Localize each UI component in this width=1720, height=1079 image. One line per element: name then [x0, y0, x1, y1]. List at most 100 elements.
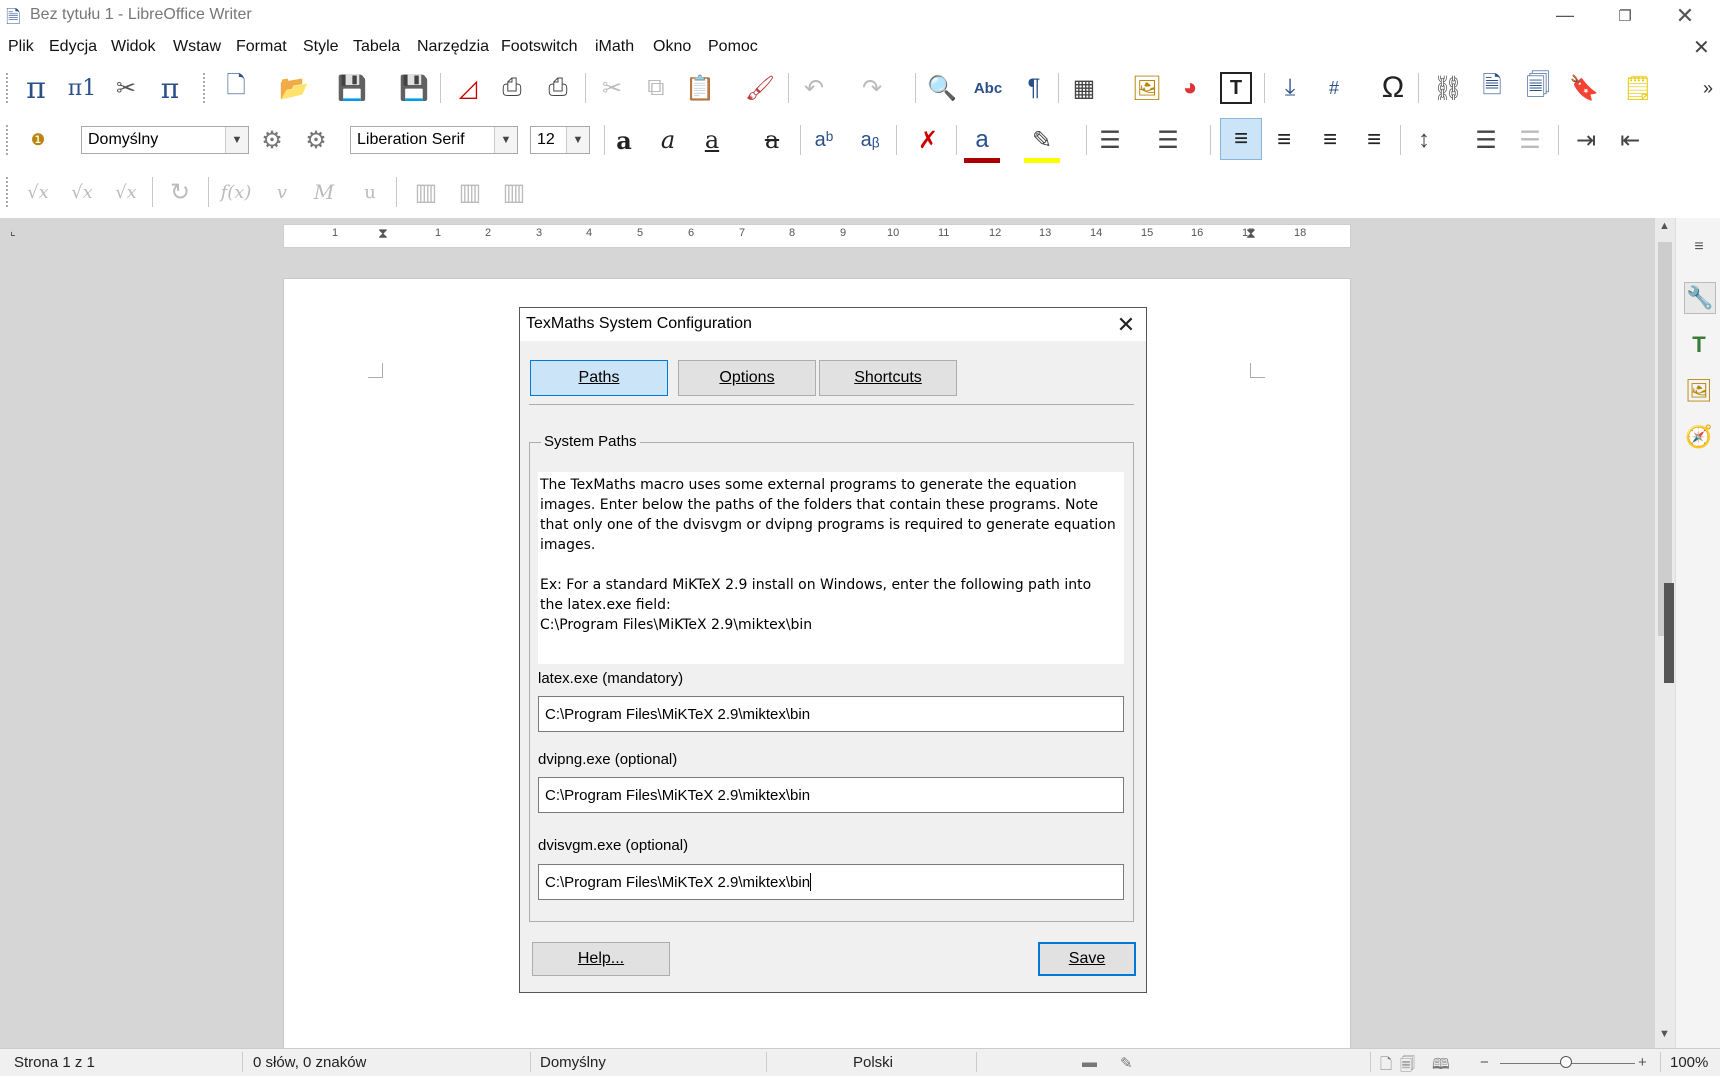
gallery-icon[interactable]: 🖼 [1684, 376, 1714, 406]
close-icon[interactable]: ✕ [1108, 308, 1144, 341]
toolbar-grip[interactable] [6, 73, 11, 103]
menu-wstaw[interactable]: Wstaw [173, 38, 221, 56]
insert-comment-icon[interactable]: 🗒 [1620, 70, 1656, 106]
restore-icon[interactable]: ❐ [1597, 0, 1653, 31]
imath-vector-icon[interactable]: v [264, 174, 300, 210]
chevron-down-icon[interactable]: ▼ [225, 127, 248, 153]
imath-solve-icon[interactable]: √x [64, 174, 100, 210]
scroll-down-icon[interactable]: ▼ [1659, 1028, 1670, 1040]
insert-table-icon[interactable]: ▦ [1066, 70, 1102, 106]
imath-compute-icon[interactable]: √x [20, 174, 56, 210]
imath-chart-remove-icon[interactable]: ▥ [452, 174, 488, 210]
latex-path-input[interactable]: C:\Program Files\MiKTeX 2.9\miktex\bin [538, 696, 1124, 732]
toolbar-grip[interactable] [203, 73, 208, 103]
language[interactable]: Polski [853, 1054, 893, 1071]
scrollbar-thumb[interactable] [1658, 242, 1672, 636]
numbered-list-icon[interactable]: ☰ [1150, 122, 1186, 158]
increase-paragraph-spacing-icon[interactable]: ☰ [1468, 122, 1504, 158]
new-document-icon[interactable]: 🗋 [218, 70, 254, 106]
align-right-icon[interactable]: ≡ [1312, 122, 1348, 158]
bullet-list-icon[interactable]: ☰ [1092, 122, 1128, 158]
save-button[interactable]: Save [1038, 942, 1136, 976]
zoom-level[interactable]: 100% [1670, 1054, 1708, 1071]
imath-refresh-icon[interactable]: ↻ [162, 174, 198, 210]
close-window-icon[interactable]: ✕ [1657, 0, 1713, 31]
underline-icon[interactable]: a [694, 122, 730, 158]
justify-icon[interactable]: ≡ [1356, 122, 1392, 158]
imath-chart-icon[interactable]: ▥ [408, 174, 444, 210]
open-folder-icon[interactable]: 📂 [276, 70, 312, 106]
font-color-icon[interactable]: a [964, 122, 1000, 163]
clone-formatting-icon[interactable]: 🖌 [742, 70, 778, 106]
insert-field-icon[interactable]: # [1316, 70, 1352, 106]
clear-formatting-icon[interactable]: ✗ [910, 122, 946, 158]
document-modified-icon[interactable]: ✎ [1120, 1054, 1133, 1072]
horizontal-ruler[interactable]: 1 ⧗ 1 2 3 4 5 6 7 8 9 10 11 12 13 14 15 … [283, 224, 1351, 248]
font-size-combo[interactable]: 12 ▼ [530, 126, 590, 154]
subscript-icon[interactable]: aᵦ [852, 122, 888, 158]
imath-simplify-icon[interactable]: √x [108, 174, 144, 210]
new-style-icon[interactable]: ⚙ [298, 122, 334, 158]
superscript-icon[interactable]: aᵇ [806, 122, 842, 158]
texmaths-config-icon[interactable]: π [152, 70, 188, 106]
strikethrough-icon[interactable]: a [754, 122, 790, 158]
scroll-up-icon[interactable]: ▲ [1659, 220, 1670, 232]
imath-matrix-icon[interactable]: M [306, 174, 342, 210]
insert-bookmark-icon[interactable]: 🔖 [1566, 70, 1602, 106]
minimize-icon[interactable]: — [1537, 0, 1593, 31]
dvisvgm-path-input[interactable]: C:\Program Files\MiKTeX 2.9\miktex\bin [538, 864, 1124, 900]
menu-widok[interactable]: Widok [111, 38, 155, 56]
menu-pomoc[interactable]: Pomoc [708, 38, 758, 56]
align-left-icon[interactable]: ≡ [1220, 118, 1262, 160]
menu-tabela[interactable]: Tabela [353, 38, 400, 56]
decrease-paragraph-spacing-icon[interactable]: ☰ [1512, 122, 1548, 158]
save-as-icon[interactable]: 💾 [396, 70, 432, 106]
tab-options[interactable]: Options [678, 360, 816, 396]
print-icon[interactable]: ⎙ [494, 70, 530, 106]
styles-icon[interactable]: T [1684, 330, 1714, 360]
zoom-in-icon[interactable]: + [1638, 1054, 1647, 1071]
close-document-icon[interactable]: ✕ [1693, 35, 1710, 60]
single-page-view-icon[interactable]: 🗋 [1380, 1054, 1392, 1079]
insert-endnote-icon[interactable]: 🗐 [1520, 70, 1556, 106]
special-character-icon[interactable]: Ω [1375, 70, 1411, 106]
save-icon[interactable]: 💾 [334, 70, 370, 106]
menu-edycja[interactable]: Edycja [49, 38, 97, 56]
insert-textbox-icon[interactable]: T [1220, 72, 1252, 104]
decrease-indent-icon[interactable]: ⇤ [1612, 122, 1648, 158]
insert-hyperlink-icon[interactable]: ⛓ [1430, 70, 1466, 106]
chevron-down-icon[interactable]: ▼ [494, 127, 517, 153]
help-button[interactable]: Help... [532, 942, 670, 976]
line-spacing-icon[interactable]: ↕ [1406, 122, 1442, 158]
highlight-icon[interactable]: ✎ [1024, 122, 1060, 163]
word-count[interactable]: 0 słów, 0 znaków [253, 1054, 366, 1071]
update-style-icon[interactable]: ⚙ [254, 122, 290, 158]
increase-indent-icon[interactable]: ⇥ [1568, 122, 1604, 158]
paste-icon[interactable]: 📋 [682, 70, 718, 106]
spelling-icon[interactable]: Abc [970, 70, 1006, 106]
italic-icon[interactable]: a [650, 122, 686, 158]
cut-icon[interactable]: ✂ [594, 70, 630, 106]
chevron-down-icon[interactable]: ▼ [566, 127, 589, 153]
right-indent-marker[interactable]: ⧗ [1246, 225, 1256, 242]
align-center-icon[interactable]: ≡ [1266, 122, 1302, 158]
formatting-marks-icon[interactable]: ¶ [1016, 70, 1052, 106]
redo-icon[interactable]: ↷ [854, 70, 890, 106]
paragraph-style-combo[interactable]: Domyślny ▼ [81, 126, 249, 154]
undo-icon[interactable]: ↶ [796, 70, 832, 106]
zoom-out-icon[interactable]: − [1480, 1054, 1489, 1071]
page-count[interactable]: Strona 1 z 1 [14, 1054, 95, 1071]
tab-stop-icon[interactable]: ⌞ [10, 224, 16, 238]
copy-icon[interactable]: ⧉ [638, 70, 674, 106]
font-name-combo[interactable]: Liberation Serif ▼ [350, 126, 518, 154]
insert-footnote-icon[interactable]: 🗎 [1474, 70, 1510, 106]
properties-icon[interactable]: 🔧 [1684, 282, 1716, 314]
toolbar-overflow-icon[interactable]: » [1690, 70, 1720, 106]
toolbar-grip[interactable] [6, 125, 11, 155]
menu-okno[interactable]: Okno [653, 38, 691, 56]
imath-function-icon[interactable]: f(x) [218, 174, 254, 210]
menu-narzedzia[interactable]: Narzędzia [417, 38, 489, 56]
find-replace-icon[interactable]: 🔍 [924, 70, 960, 106]
texmaths-equation-icon[interactable]: π [18, 70, 54, 106]
insert-chart-icon[interactable]: ◕ [1172, 70, 1208, 106]
